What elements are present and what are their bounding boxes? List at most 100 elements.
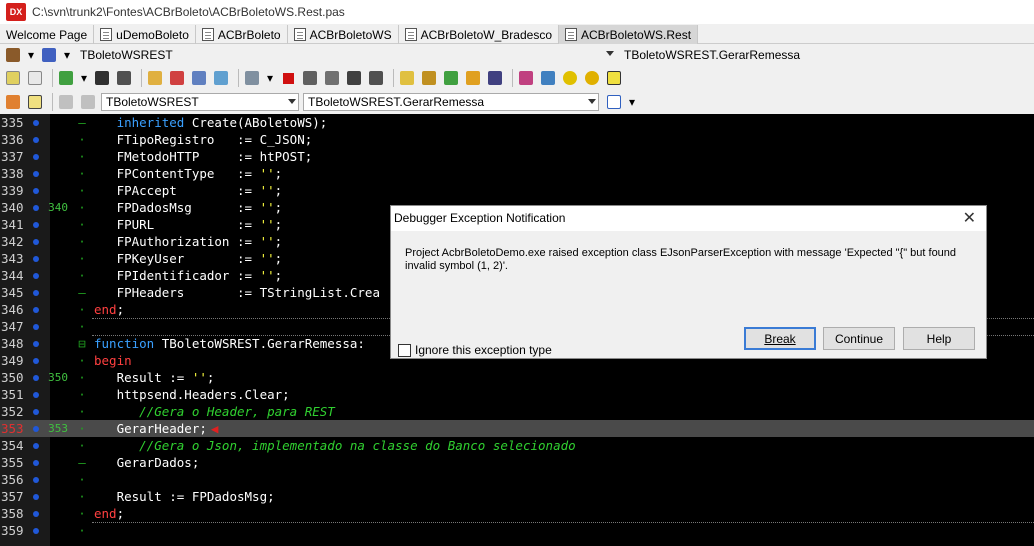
execution-point-line[interactable]: 353 353 · GerarHeader; ◀ [0,420,1034,437]
code-line[interactable]: 354 · //Gera o Json, implementado na clas… [0,437,1034,454]
compile-icon[interactable] [190,69,208,87]
refresh-icon[interactable] [464,69,482,87]
fold-marker[interactable]: · [70,523,94,538]
code-line[interactable]: 335 – inherited Create(ABoletoWS); [0,114,1034,131]
fold-marker[interactable]: · [70,217,94,232]
chevron-down-icon[interactable]: ▾ [62,46,72,64]
breakpoint-dot-icon[interactable] [28,187,44,194]
sort-icon[interactable] [486,69,504,87]
code-line[interactable]: 358 · end; [0,505,1034,522]
breakpoint-dot-icon[interactable] [28,357,44,364]
method-combo[interactable]: TBoletoWSREST.GerarRemessa [303,93,599,111]
tab-acbrboletows-rest[interactable]: ACBrBoletoWS.Rest [559,25,699,44]
fold-marker[interactable]: ⊟ [70,336,94,351]
print-icon[interactable] [40,46,58,64]
stop-icon[interactable] [279,69,297,87]
breakpoint-dot-icon[interactable] [28,306,44,313]
run-icon[interactable] [57,69,75,87]
info-icon[interactable] [605,69,623,87]
chevron-down-icon[interactable]: ▾ [26,46,36,64]
breakpoint-dot-icon[interactable] [28,238,44,245]
dictionary-icon[interactable] [517,69,535,87]
code-line[interactable]: 351 · httpsend.Headers.Clear; [0,386,1034,403]
breakpoint-dot-icon[interactable] [28,323,44,330]
breakpoint-dot-icon[interactable] [28,340,44,347]
dollar-icon[interactable] [442,69,460,87]
tab-udemoboleto[interactable]: uDemoBoleto [94,25,196,44]
fold-marker[interactable]: · [70,404,94,419]
fold-marker[interactable]: · [70,183,94,198]
list-icon[interactable] [605,93,623,111]
fold-marker[interactable]: · [70,387,94,402]
chevron-down-icon[interactable] [588,99,596,104]
breakpoint-dot-icon[interactable] [28,170,44,177]
code-line[interactable]: 350 350 · Result := ''; [0,369,1034,386]
window-icon[interactable] [26,93,44,111]
fold-marker[interactable]: · [70,370,94,385]
code-line[interactable]: 338 · FPContentType := ''; [0,165,1034,182]
ignore-exception-checkbox[interactable]: Ignore this exception type [398,343,552,357]
class-combo[interactable]: TBoletoWSREST [101,93,299,111]
fold-marker[interactable]: · [70,302,94,317]
fold-marker[interactable]: · [70,268,94,283]
fold-marker[interactable]: · [70,438,94,453]
trace-icon[interactable] [301,69,319,87]
fold-marker[interactable]: · [70,506,94,521]
edit-icon[interactable] [420,69,438,87]
breakpoint-dot-icon[interactable] [28,493,44,500]
close-icon[interactable]: ✕ [963,208,976,228]
chevron-down-icon[interactable] [606,51,614,56]
breakpoint-dot-icon[interactable] [28,136,44,143]
tab-acbrboleto[interactable]: ACBrBoleto [196,25,288,44]
breakpoint-dot-icon[interactable] [28,510,44,517]
chevron-down-icon[interactable]: ▾ [265,69,275,87]
code-line[interactable]: 357 · Result := FPDadosMsg; [0,488,1034,505]
continue-button[interactable]: Continue [823,327,895,350]
break-button[interactable]: Break [744,327,816,350]
step-over-icon[interactable] [323,69,341,87]
code-line[interactable]: 339 · FPAccept := ''; [0,182,1034,199]
fold-marker[interactable]: · [70,200,94,215]
code-line[interactable]: 359 · [0,522,1034,539]
class-combo-top[interactable]: TBoletoWSREST [76,46,616,64]
fold-marker[interactable]: · [70,319,94,334]
fold-marker[interactable]: · [70,149,94,164]
breakpoint-dot-icon[interactable] [28,289,44,296]
method-combo-top[interactable]: TBoletoWSREST.GerarRemessa [620,46,1020,64]
fold-marker[interactable]: · [70,353,94,368]
code-line[interactable]: 352 · //Gera o Header, para REST [0,403,1034,420]
fold-marker[interactable]: · [70,472,94,487]
breakpoint-dot-icon[interactable] [28,391,44,398]
breakpoint-dot-icon[interactable] [28,408,44,415]
new-icon[interactable] [26,69,44,87]
open-folder-icon[interactable] [146,69,164,87]
breakpoint-dot-icon[interactable] [28,272,44,279]
book-icon[interactable] [4,46,22,64]
code-line[interactable]: 337 · FMetodoHTTP := htPOST; [0,148,1034,165]
view-icon[interactable] [4,69,22,87]
checkbox-box[interactable] [398,343,411,357]
gear-icon[interactable] [583,69,601,87]
chevron-down-icon[interactable]: ▾ [79,69,89,87]
code-line[interactable]: 356 · [0,471,1034,488]
breakpoint-dot-icon[interactable] [28,425,44,432]
build-icon[interactable] [212,69,230,87]
fold-marker[interactable]: · [70,421,94,436]
fold-marker[interactable]: – [70,455,94,470]
breakpoint-dot-icon[interactable] [28,255,44,262]
tab-welcome-page[interactable]: Welcome Page [0,25,95,44]
settings-icon[interactable] [561,69,579,87]
step-icon[interactable] [243,69,261,87]
chevron-down-icon[interactable] [288,99,296,104]
tab-acbrboletow-bradesco[interactable]: ACBrBoletoW_Bradesco [399,25,559,44]
fold-marker[interactable]: · [70,234,94,249]
inspect-icon[interactable] [398,69,416,87]
save-icon[interactable] [93,69,111,87]
fold-marker[interactable]: · [70,489,94,504]
breakpoint-dot-icon[interactable] [28,527,44,534]
fold-marker[interactable]: · [70,166,94,181]
close-icon[interactable] [168,69,186,87]
fold-marker[interactable]: · [70,251,94,266]
breakpoint-dot-icon[interactable] [28,119,44,126]
code-line[interactable]: 355 – GerarDados; [0,454,1034,471]
